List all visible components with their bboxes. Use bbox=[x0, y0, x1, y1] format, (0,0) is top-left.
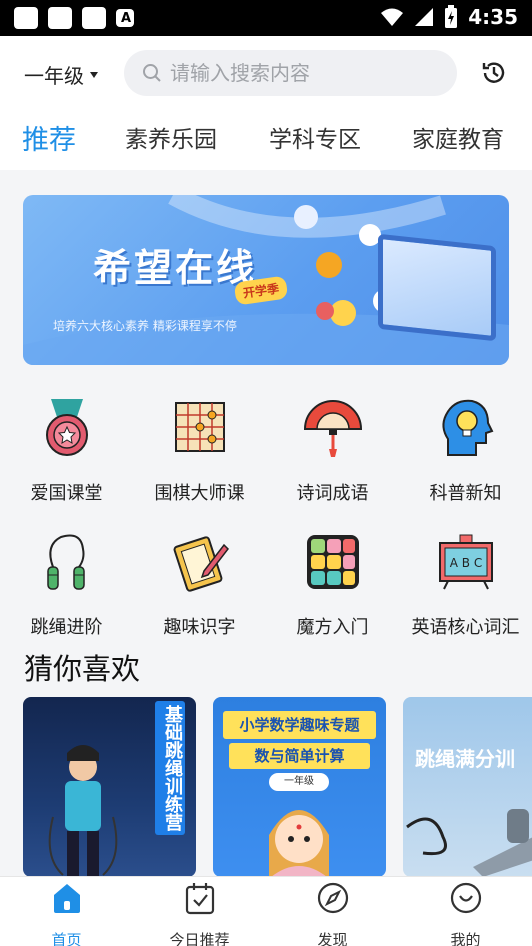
status-bar: 4:35 bbox=[0, 0, 532, 36]
grid-item-label: 科普新知 bbox=[429, 483, 502, 504]
grid-item-fun-literacy[interactable]: 趣味识字 bbox=[133, 531, 266, 639]
grid-item-jump-rope[interactable]: 跳绳进阶 bbox=[0, 531, 133, 639]
medal-icon bbox=[45, 399, 88, 456]
smiley-icon bbox=[450, 882, 481, 914]
grid-item-go-master[interactable]: 围棋大师课 bbox=[133, 397, 266, 505]
grid-item-patriotic-class[interactable]: 爱国课堂 bbox=[0, 397, 133, 505]
nav-label: 发现 bbox=[317, 931, 348, 946]
nav-discover[interactable]: 发现 bbox=[266, 881, 399, 946]
grid-item-label: 爱国课堂 bbox=[30, 483, 103, 504]
clock: 4:35 bbox=[468, 5, 518, 29]
tab-recommend[interactable]: 推荐 bbox=[22, 118, 76, 157]
go-board-icon bbox=[174, 402, 225, 452]
history-icon[interactable] bbox=[480, 59, 508, 87]
search-bar[interactable] bbox=[124, 50, 457, 96]
grid-item-label: 跳绳进阶 bbox=[30, 617, 103, 638]
grid-item-science[interactable]: 科普新知 bbox=[399, 397, 532, 505]
nav-label: 今日推荐 bbox=[169, 931, 230, 946]
nav-mine[interactable]: 我的 bbox=[399, 881, 532, 946]
head-bulb-icon bbox=[441, 399, 493, 456]
search-icon bbox=[143, 64, 161, 82]
card-title: 跳绳满分训 bbox=[415, 747, 515, 771]
notification-icon bbox=[48, 7, 72, 29]
grid-item-poetry-idioms[interactable]: 诗词成语 bbox=[266, 397, 399, 505]
accessibility-icon bbox=[116, 9, 134, 27]
caret-down-icon bbox=[90, 71, 98, 78]
wifi-icon bbox=[381, 8, 404, 26]
notification-icon bbox=[82, 7, 106, 29]
tab-subject-zone[interactable]: 学科专区 bbox=[269, 120, 361, 154]
course-card[interactable]: 跳绳满分训 bbox=[403, 697, 532, 877]
recommend-cards: 基础跳绳训练营 小学数学趣味专题 数与简单计算 一年级 跳绳满分训 bbox=[0, 697, 532, 877]
category-tabs: 推荐 素养乐园 学科专区 家庭教育 bbox=[0, 110, 532, 170]
nav-home[interactable]: 首页 bbox=[0, 881, 133, 946]
search-input[interactable] bbox=[170, 61, 440, 85]
promo-banner[interactable]: 希望在线 开学季 培养六大核心素养 精彩课程享不停 bbox=[23, 195, 509, 365]
grid-item-label: 英语核心词汇 bbox=[411, 617, 520, 638]
notebook-pencil-icon bbox=[173, 536, 229, 592]
grade-selector[interactable]: 一年级 bbox=[24, 60, 98, 89]
grid-item-label: 诗词成语 bbox=[296, 483, 369, 504]
course-card[interactable]: 基础跳绳训练营 bbox=[23, 697, 196, 877]
grade-label: 一年级 bbox=[24, 64, 84, 88]
tab-family-education[interactable]: 家庭教育 bbox=[412, 120, 504, 154]
tab-literacy-park[interactable]: 素养乐园 bbox=[125, 120, 217, 154]
bottom-nav: 首页 今日推荐 发现 我的 bbox=[0, 876, 532, 946]
jump-rope-icon bbox=[46, 534, 85, 590]
abc-board-icon: A B C bbox=[438, 534, 493, 590]
course-card[interactable]: 小学数学趣味专题 数与简单计算 一年级 bbox=[213, 697, 386, 877]
section-title: 猜你喜欢 bbox=[24, 652, 141, 686]
course-thumbnail bbox=[269, 810, 329, 877]
grid-item-label: 魔方入门 bbox=[296, 617, 369, 638]
battery-icon bbox=[445, 5, 458, 28]
card-title: 小学数学趣味专题 bbox=[223, 711, 376, 739]
grid-item-label: 围棋大师课 bbox=[154, 483, 245, 504]
card-subtitle: 数与简单计算 bbox=[229, 743, 370, 769]
card-title: 基础跳绳训练营 bbox=[155, 701, 185, 835]
card-grade-tag: 一年级 bbox=[269, 773, 329, 791]
top-header: 一年级 bbox=[0, 36, 532, 110]
signal-icon bbox=[415, 8, 434, 26]
compass-icon bbox=[317, 882, 348, 914]
nav-label: 我的 bbox=[450, 931, 481, 946]
grid-item-rubiks[interactable]: 魔方入门 bbox=[266, 531, 399, 639]
grid-item-label: 趣味识字 bbox=[163, 617, 236, 638]
nav-label: 首页 bbox=[51, 931, 82, 946]
home-icon bbox=[53, 884, 80, 913]
rubiks-cube-icon bbox=[306, 535, 359, 589]
course-thumbnail bbox=[406, 809, 532, 877]
notification-icon bbox=[14, 7, 38, 29]
calendar-check-icon bbox=[185, 883, 214, 915]
fan-icon bbox=[303, 400, 362, 457]
svg-text:A B C: A B C bbox=[449, 556, 481, 570]
banner-title: 希望在线 bbox=[93, 246, 258, 290]
grid-item-english-vocab[interactable]: A B C 英语核心词汇 bbox=[399, 531, 532, 639]
banner-subtitle: 培养六大核心素养 精彩课程享不停 bbox=[53, 319, 237, 333]
banner-screen-graphic bbox=[378, 233, 496, 342]
nav-today[interactable]: 今日推荐 bbox=[133, 881, 266, 946]
